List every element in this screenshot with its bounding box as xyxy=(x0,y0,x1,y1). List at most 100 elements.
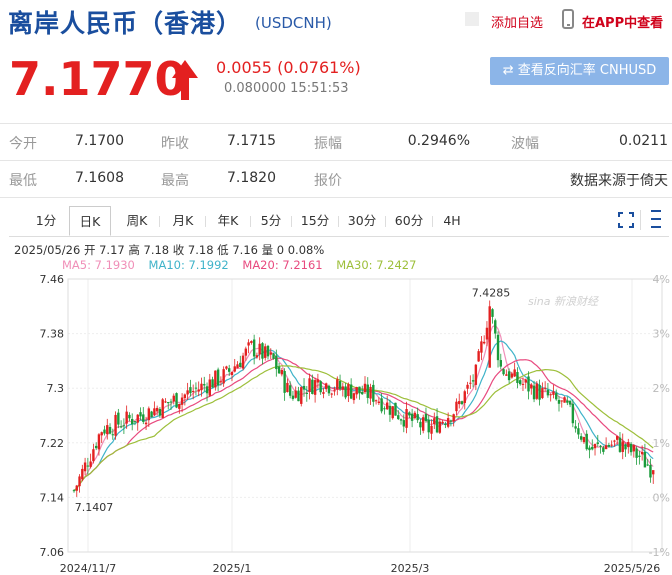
candle-body xyxy=(543,387,547,389)
candle-body xyxy=(369,386,372,399)
price-change: 0.0055 (0.0761%) xyxy=(216,58,361,77)
candle-body xyxy=(133,421,137,423)
tab-monthly[interactable]: 月K xyxy=(165,206,201,236)
candle-body xyxy=(435,416,439,433)
candle-body xyxy=(258,343,261,355)
candle-body xyxy=(643,451,647,468)
candle-body xyxy=(194,387,198,389)
stat-label: 今开 xyxy=(9,136,37,152)
ma5-label: MA5: 7.1930 xyxy=(62,258,135,272)
candle-body xyxy=(239,362,242,368)
ma10-label: MA10: 7.1992 xyxy=(148,258,229,272)
tab-15min[interactable]: 15分 xyxy=(296,206,334,236)
candle-body xyxy=(397,415,400,420)
candle-body xyxy=(216,369,220,386)
candle-body xyxy=(106,425,109,435)
y-tick-label: 7.3 xyxy=(47,382,65,395)
candle-body xyxy=(618,437,622,452)
stat-label: 最高 xyxy=(161,173,189,189)
candle-body xyxy=(191,390,195,392)
candle-body xyxy=(294,390,297,398)
candle-body xyxy=(374,400,378,402)
tab-daily[interactable]: 日K xyxy=(69,206,111,236)
candle-body xyxy=(230,371,234,376)
reverse-rate-button[interactable]: ⇄ 查看反向汇率 CNHUSD xyxy=(490,57,669,85)
candle-body xyxy=(372,384,375,402)
candlestick-chart[interactable]: 7.46 4% 7.38 3% 7.3 2% 7.22 1% 7.14 0% 7.06 -1% sina… xyxy=(0,275,672,575)
candle-body xyxy=(380,398,383,412)
candle-body xyxy=(291,395,295,399)
candle-body xyxy=(427,419,430,433)
candle-body xyxy=(316,379,320,383)
stat-value: 0.0211 xyxy=(619,133,668,149)
stat-value: 7.1715 xyxy=(227,133,276,149)
candle-body xyxy=(474,364,478,385)
tab-yearly[interactable]: 年K xyxy=(210,206,246,236)
tab-4h[interactable]: 4H xyxy=(437,206,467,236)
follow-checkbox[interactable] xyxy=(465,12,479,26)
candle-body xyxy=(75,485,78,491)
tab-weekly[interactable]: 周K xyxy=(119,206,155,236)
header: 离岸人民币（香港） (USDCNH) 添加自选 在APP中查看 xyxy=(0,0,672,44)
tab-60min[interactable]: 60分 xyxy=(390,206,428,236)
candle-body xyxy=(100,432,103,436)
settings-icon[interactable] xyxy=(650,208,662,230)
candle-body xyxy=(621,441,624,452)
candle-body xyxy=(402,420,405,427)
candle-body xyxy=(275,355,278,370)
add-watchlist-link[interactable]: 添加自选 xyxy=(491,12,543,31)
candle-body xyxy=(83,462,87,472)
candle-body xyxy=(607,444,611,447)
candle-body xyxy=(485,327,489,340)
candle-body xyxy=(577,428,580,435)
candle-body xyxy=(513,369,516,377)
candle-body xyxy=(336,379,339,390)
candle-body xyxy=(394,402,397,416)
candle-body xyxy=(150,411,153,418)
stat-label: 波幅 xyxy=(511,136,539,152)
divider xyxy=(205,216,206,227)
candle-body xyxy=(635,448,638,458)
open-in-app-link[interactable]: 在APP中查看 xyxy=(582,12,663,31)
candle-body xyxy=(153,408,156,415)
candle-body xyxy=(413,412,417,419)
candle-body xyxy=(524,379,527,383)
candle-body xyxy=(535,383,539,399)
candle-body xyxy=(482,341,486,344)
candle-body xyxy=(613,440,616,442)
y-tick-label: 7.46 xyxy=(40,275,65,286)
candle-body xyxy=(330,393,333,395)
candle-body xyxy=(363,383,367,393)
current-price: 7.1770 xyxy=(9,52,187,106)
candle-body xyxy=(280,370,284,375)
candle-body xyxy=(205,386,209,394)
candle-body xyxy=(527,376,530,392)
ohlc-info: 2025/05/26 开 7.17 高 7.18 收 7.18 低 7.16 量… xyxy=(14,243,325,257)
candle-body xyxy=(502,369,505,375)
candle-body xyxy=(349,384,353,399)
tab-30min[interactable]: 30分 xyxy=(343,206,381,236)
candle-body xyxy=(325,383,328,390)
candle-body xyxy=(186,390,189,395)
candle-body xyxy=(308,378,311,392)
candle-body xyxy=(449,420,453,422)
tab-5min[interactable]: 5分 xyxy=(255,206,287,236)
x-tick-label: 2025/5/26 xyxy=(604,562,660,575)
candle-body xyxy=(571,403,575,424)
data-source: 数据来源于倚天 xyxy=(570,173,668,189)
candle-body xyxy=(119,426,123,428)
candle-body xyxy=(391,406,394,419)
ma10-line xyxy=(73,340,654,492)
candle-body xyxy=(632,445,636,452)
candle-body xyxy=(438,421,442,433)
candle-body xyxy=(200,383,203,391)
candle-body xyxy=(441,421,444,424)
candle-body xyxy=(161,399,164,418)
arrow-up-icon xyxy=(172,60,198,100)
candle-body xyxy=(477,351,480,362)
tab-1min[interactable]: 1分 xyxy=(29,206,63,236)
low-annotation: 7.1407 xyxy=(75,501,114,514)
candle-body xyxy=(361,391,364,395)
candle-body xyxy=(494,320,497,334)
fullscreen-icon[interactable] xyxy=(618,212,634,228)
